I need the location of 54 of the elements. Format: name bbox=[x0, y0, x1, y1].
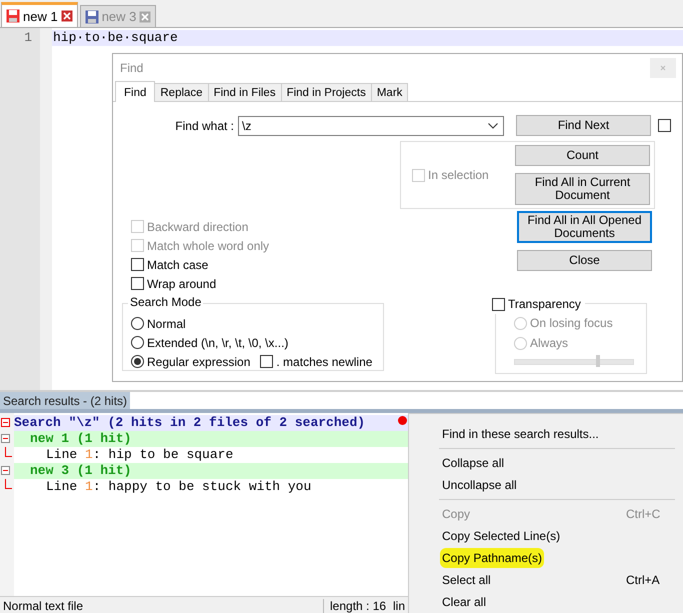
dialog-title: Find bbox=[120, 61, 144, 75]
close-button[interactable]: Close bbox=[517, 250, 652, 271]
collapse-icon[interactable] bbox=[1, 466, 10, 475]
checkbox[interactable] bbox=[658, 119, 671, 132]
menu-item[interactable]: Copy Selected Line(s) bbox=[409, 525, 683, 547]
dialog-tab[interactable]: Mark bbox=[370, 83, 408, 101]
status-text: length : 16 bbox=[323, 598, 390, 612]
document-tab[interactable]: new 1 bbox=[1, 2, 78, 27]
menu-item-label: Select all bbox=[441, 572, 492, 589]
matches-newline-checkbox[interactable]: . matches newline bbox=[260, 352, 372, 371]
option-checkbox[interactable]: Match case bbox=[131, 255, 208, 274]
field-label: Find what : bbox=[174, 118, 235, 132]
menu-item[interactable]: Clear all bbox=[409, 591, 683, 613]
line-number: 1 bbox=[23, 30, 33, 46]
dialog-tab[interactable]: Find in Projects bbox=[280, 83, 372, 101]
shortcut-text: Ctrl+C bbox=[626, 507, 660, 521]
menu-item[interactable]: Select all Ctrl+A bbox=[409, 569, 683, 591]
dropdown-caret-icon bbox=[488, 122, 498, 128]
menu-item-label: Copy Pathname(s) bbox=[440, 548, 544, 568]
find-next-button[interactable]: Find Next bbox=[516, 115, 651, 136]
find-what-field[interactable]: \z bbox=[238, 116, 504, 136]
shortcut-text: Ctrl+A bbox=[626, 573, 660, 587]
dialog-tab[interactable]: Find in Files bbox=[208, 83, 282, 101]
menu-item-label: Clear all bbox=[441, 594, 488, 611]
menu-item-label: Copy bbox=[441, 506, 472, 523]
menu-item[interactable]: Collapse all bbox=[409, 452, 683, 474]
panel-title: Search results - (2 hits) bbox=[0, 392, 130, 409]
close-icon[interactable] bbox=[139, 10, 152, 22]
code-line: hip·to·be·square bbox=[53, 30, 178, 45]
menu-item-label: Copy Selected Line(s) bbox=[441, 528, 562, 545]
status-text: Normal text file bbox=[2, 598, 84, 612]
menu-item-label: Uncollapse all bbox=[441, 477, 518, 494]
dialog-tab[interactable]: Replace bbox=[154, 83, 209, 101]
menu-item-label: Find in these search results... bbox=[441, 426, 600, 443]
menu-item-label: Collapse all bbox=[441, 455, 506, 472]
close-icon[interactable] bbox=[60, 10, 73, 22]
mode-radio[interactable]: Extended (\n, \r, \t, \0, \x...) bbox=[131, 333, 288, 352]
status-text: lin bbox=[392, 598, 406, 612]
menu-item[interactable]: Copy Pathname(s) bbox=[409, 547, 683, 569]
menu-item[interactable]: Uncollapse all bbox=[409, 474, 683, 496]
count-button[interactable]: Count bbox=[515, 145, 650, 166]
mode-radio[interactable]: Normal bbox=[131, 314, 186, 333]
group-title: Search Mode bbox=[128, 295, 204, 309]
option-checkbox[interactable]: Wrap around bbox=[131, 274, 216, 293]
search-summary: Search "\z" (2 hits in 2 files of 2 searched) bbox=[14, 415, 366, 431]
collapse-icon[interactable] bbox=[1, 418, 10, 427]
find-all-opened-button[interactable]: Find All in All Opened Documents bbox=[517, 211, 652, 243]
line-result[interactable]: Line 1: hip to be square bbox=[46, 447, 234, 463]
mode-radio[interactable]: Regular expression bbox=[131, 352, 250, 371]
menu-item[interactable]: Find in these search results... bbox=[409, 423, 683, 445]
dialog-tab[interactable]: Find bbox=[115, 81, 156, 102]
line-result[interactable]: Line 1: happy to be stuck with you bbox=[46, 479, 312, 495]
collapse-icon[interactable] bbox=[1, 434, 10, 443]
find-all-current-button[interactable]: Find All in Current Document bbox=[515, 173, 650, 205]
